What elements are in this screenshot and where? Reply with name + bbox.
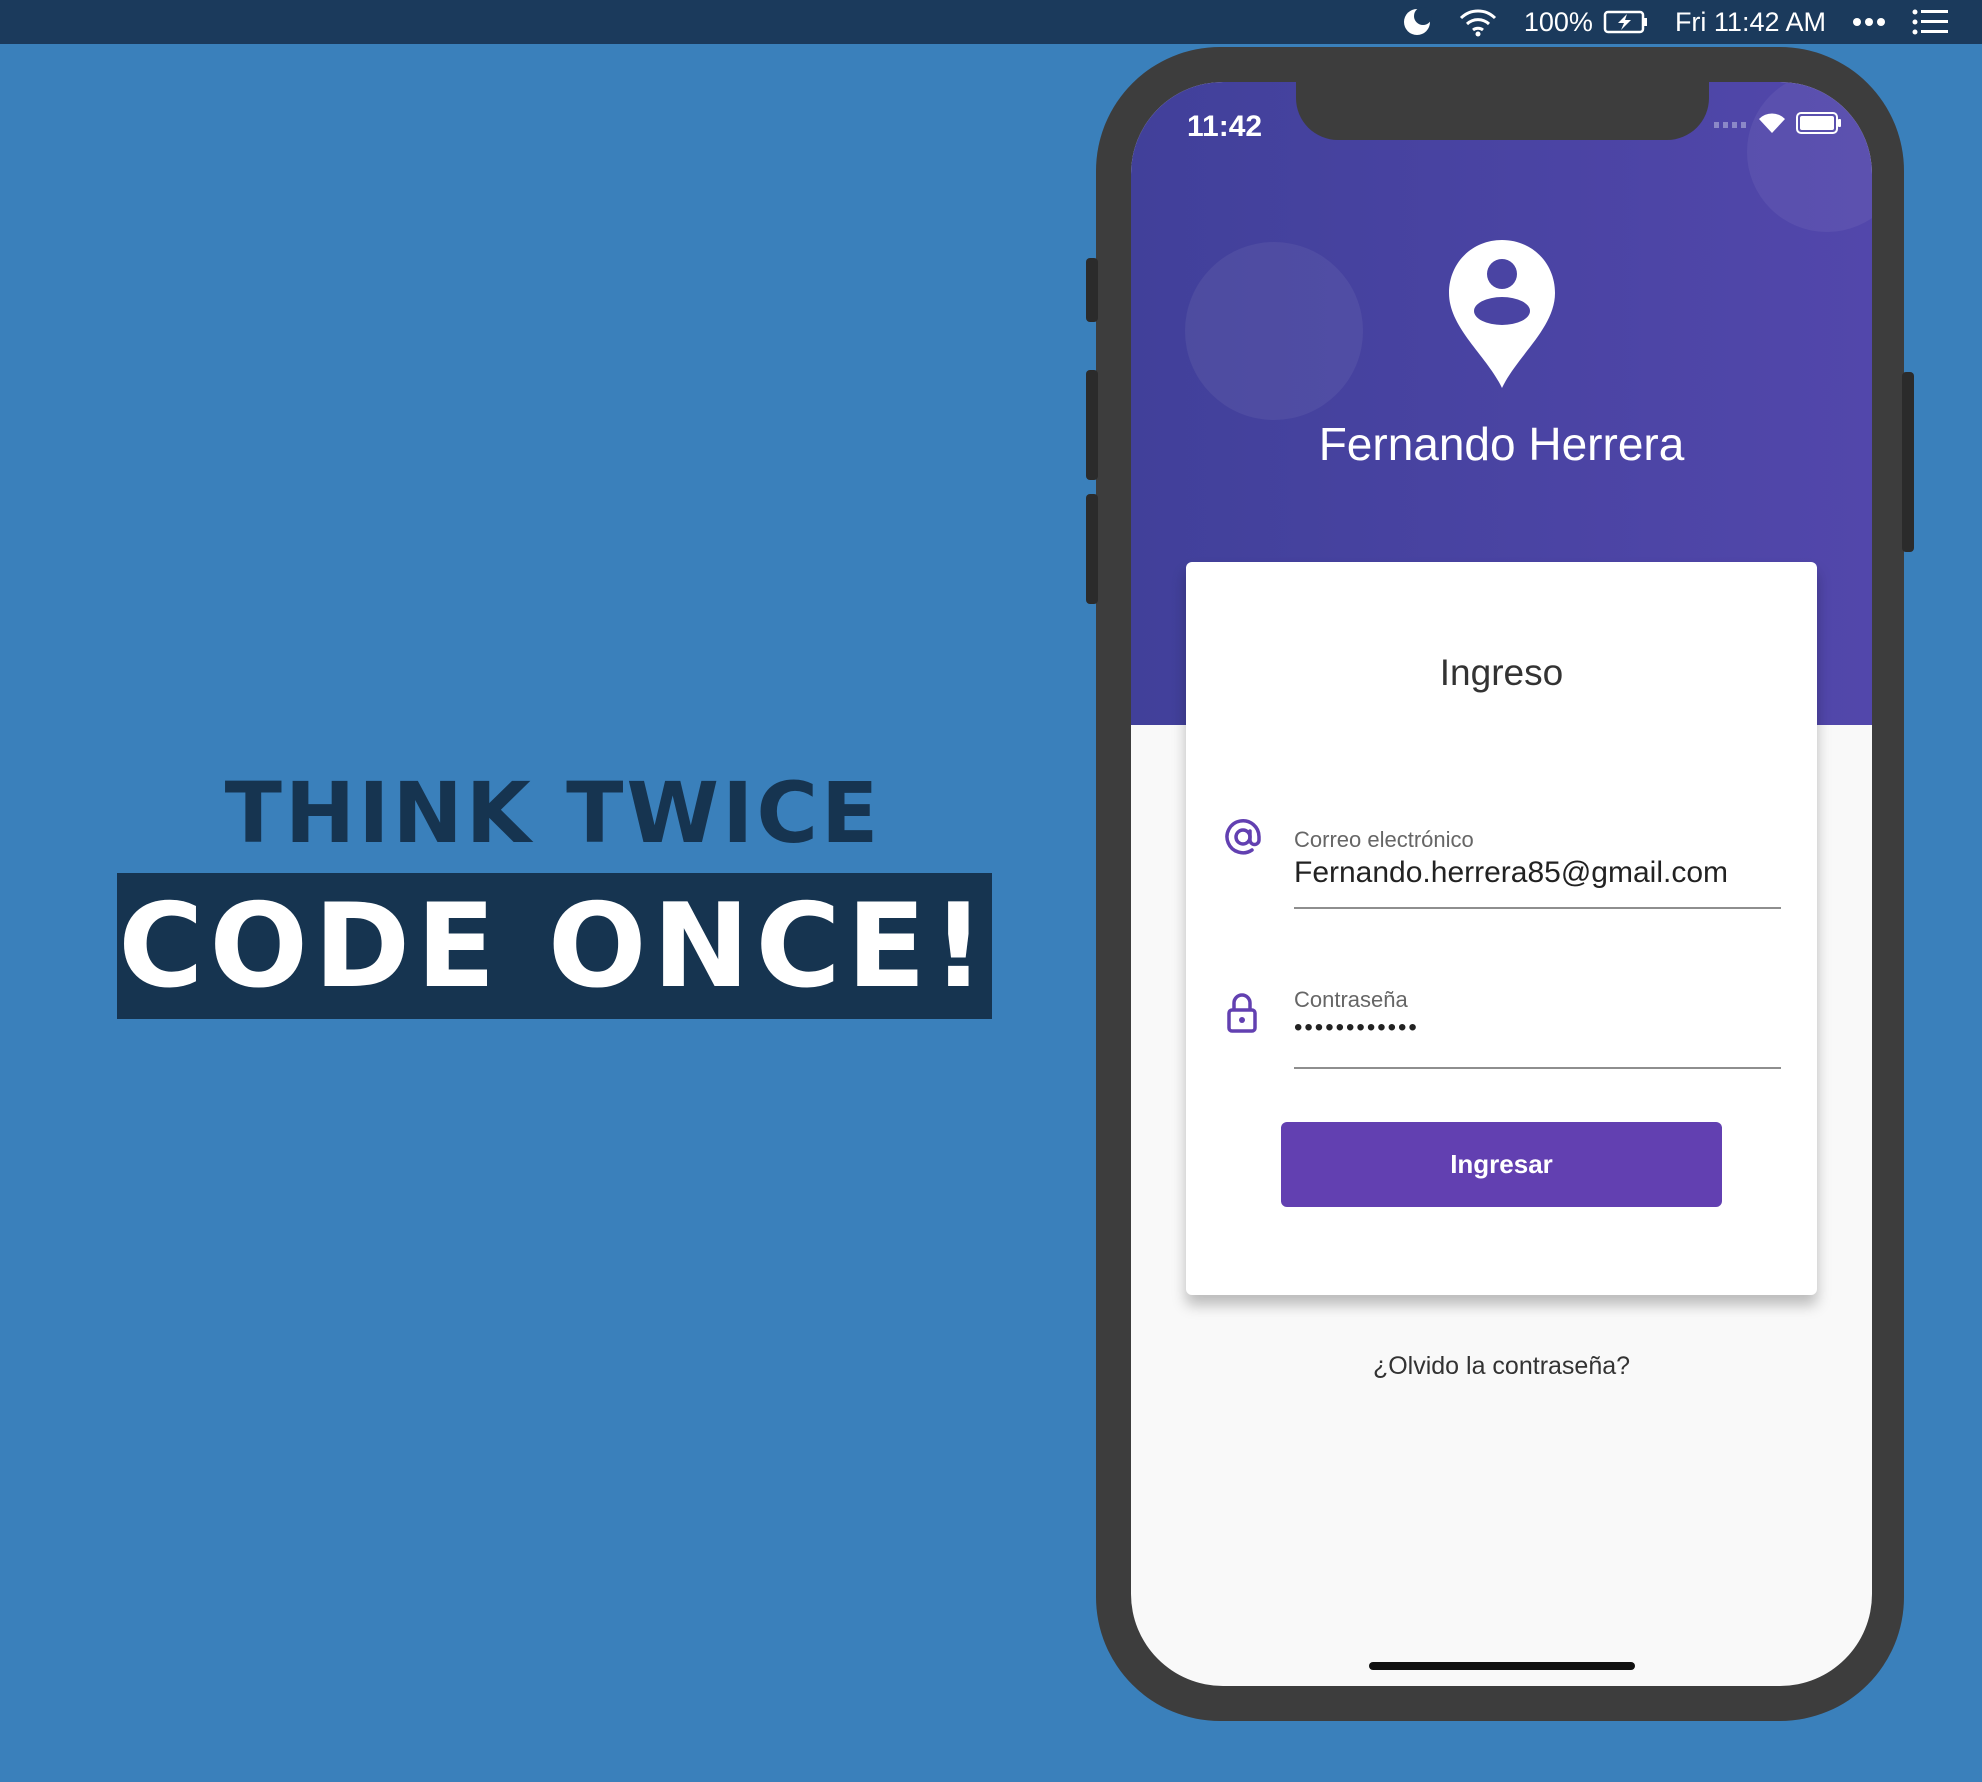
slogan-banner: CODE ONCE! <box>117 873 992 1019</box>
password-field[interactable]: •••••••••••• <box>1294 1014 1419 1042</box>
menubar-clock[interactable]: Fri 11:42 AM <box>1675 7 1826 38</box>
phone-notch <box>1296 82 1709 140</box>
decor-bubble <box>1185 242 1363 420</box>
home-indicator[interactable] <box>1369 1662 1635 1670</box>
decor-bubble <box>1747 82 1872 232</box>
password-label: Contraseña <box>1294 987 1408 1012</box>
login-card: Ingreso Correo electrónico Fernando.herr… <box>1186 562 1817 1295</box>
forgot-password-link[interactable]: ¿Olvido la contraseña? <box>1131 1352 1872 1381</box>
login-button[interactable]: Ingresar <box>1281 1122 1722 1207</box>
wifi-icon[interactable] <box>1458 7 1498 37</box>
battery-percent: 100% <box>1523 6 1593 37</box>
login-title: Ingreso <box>1439 652 1564 693</box>
slogan-line-1: THINK TWICE <box>224 764 882 862</box>
password-underline <box>1294 1067 1781 1069</box>
battery-status[interactable]: 100% <box>1524 7 1649 38</box>
slogan-line-2: CODE ONCE! <box>118 878 991 1014</box>
status-icons <box>1714 112 1842 134</box>
battery-icon <box>1796 112 1841 134</box>
signal-icon <box>1714 122 1746 128</box>
status-time: 11:42 <box>1187 110 1263 143</box>
location-person-icon <box>1447 238 1557 395</box>
battery-charging-icon <box>1603 10 1647 34</box>
profile-name: Fernando Herrera <box>1318 418 1685 470</box>
email-label: Correo electrónico <box>1294 827 1474 852</box>
email-field[interactable]: Fernando.herrera85@gmail.com <box>1294 856 1728 890</box>
lock-icon <box>1224 992 1260 1039</box>
volume-up-button <box>1086 370 1098 480</box>
moon-icon[interactable] <box>1402 7 1432 37</box>
wifi-icon <box>1759 113 1785 133</box>
at-sign-icon <box>1224 818 1262 861</box>
menu-bar: 100% Fri 11:42 AM <box>0 0 1982 44</box>
phone-screen: Fernando Herrera 11:42 Ingreso Correo el… <box>1131 82 1872 1686</box>
silent-switch <box>1086 258 1098 322</box>
more-icon[interactable] <box>1852 17 1886 27</box>
list-icon[interactable] <box>1912 9 1948 35</box>
volume-down-button <box>1086 494 1098 604</box>
email-underline <box>1294 907 1781 909</box>
power-button <box>1902 372 1914 552</box>
